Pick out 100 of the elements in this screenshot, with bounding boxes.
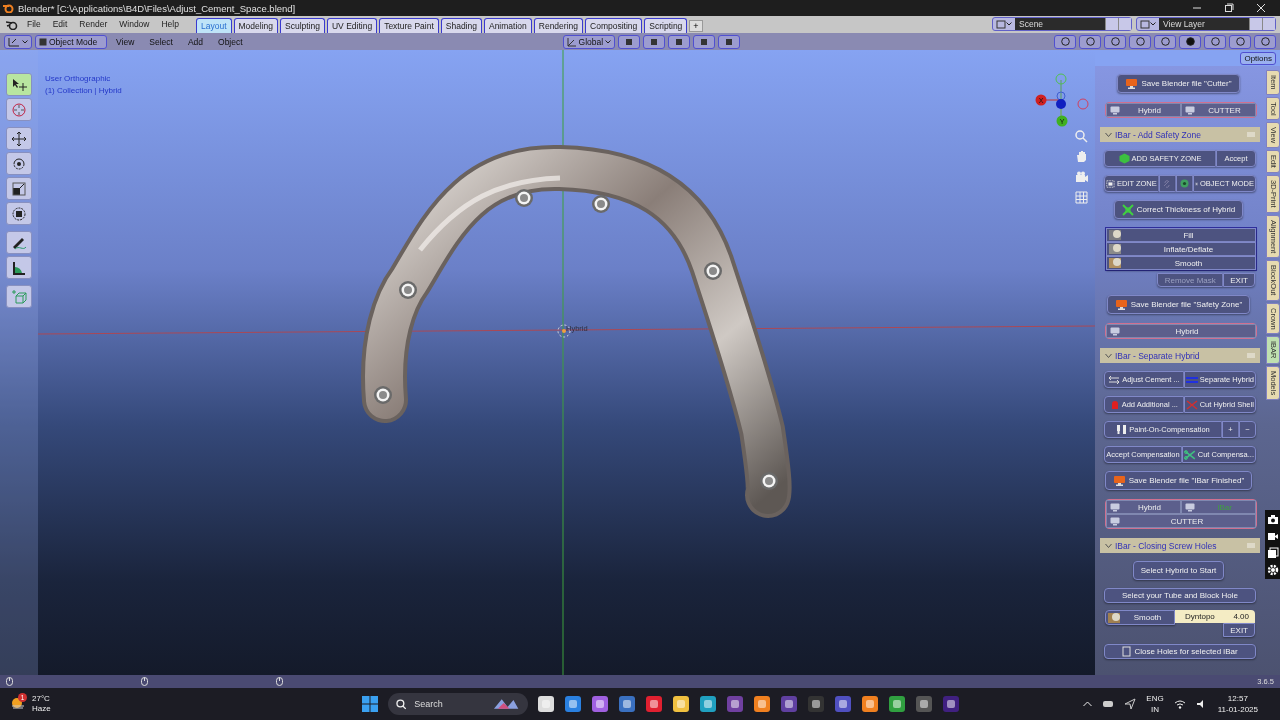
panel-button[interactable]: Select your Tube and Block Hole (1104, 588, 1256, 603)
app-icon[interactable] (833, 695, 852, 713)
wireframe-shading-button[interactable] (1154, 34, 1176, 49)
workspace-tab[interactable]: Scripting (644, 18, 688, 33)
panel-button[interactable]: Save Blender file "IBar Finished" (1104, 471, 1253, 490)
workspace-tab[interactable]: Texture Paint (379, 18, 439, 33)
settings-icon[interactable] (1266, 564, 1279, 577)
axis-gizmo[interactable] (1035, 73, 1089, 127)
circle-icon[interactable] (1110, 37, 1120, 46)
menu-item[interactable]: Window (114, 19, 157, 33)
add-workspace-button[interactable]: + (689, 20, 703, 32)
proportional-edit-button[interactable] (693, 34, 716, 49)
brush-button[interactable]: Fill (1106, 228, 1256, 242)
windows-icon[interactable] (1266, 547, 1279, 560)
tool-button[interactable] (6, 73, 32, 96)
tool-button[interactable] (6, 256, 32, 279)
mode-dropdown[interactable]: Object Mode (35, 34, 107, 49)
workspace-tab[interactable]: Layout (195, 18, 232, 33)
clock-date[interactable]: 11-01-2025 (1217, 704, 1258, 715)
region-label[interactable]: IN (1146, 704, 1164, 715)
menu-item[interactable]: File (22, 19, 48, 33)
square-icon[interactable] (700, 37, 709, 46)
store-icon[interactable] (617, 695, 636, 713)
help-icon[interactable] (563, 695, 582, 713)
app-icon[interactable] (941, 695, 960, 713)
object-toggle[interactable]: CUTTER (1106, 514, 1256, 528)
workspace-tab[interactable]: Compositing (585, 18, 643, 33)
move-tool-icon[interactable] (11, 130, 27, 147)
folder-icon[interactable] (671, 695, 690, 713)
object-toggle[interactable]: Hybrid (1106, 324, 1256, 338)
falloff-button[interactable] (718, 34, 741, 49)
circle-icon[interactable] (1085, 37, 1095, 46)
cursor-tool-icon[interactable] (11, 101, 27, 118)
menu-item[interactable]: View (110, 36, 141, 47)
workspace-tab[interactable]: Rendering (533, 18, 583, 33)
clock-time[interactable]: 12:57 (1217, 693, 1258, 704)
panel-button[interactable]: Select Hybrid to Start (1132, 561, 1225, 580)
measure-tool-icon[interactable] (11, 259, 27, 276)
snap-button[interactable] (643, 34, 666, 49)
visibility-button[interactable] (1054, 34, 1076, 49)
chevron-icon[interactable] (1105, 131, 1112, 138)
grip-icon[interactable] (1247, 132, 1255, 137)
menu-item[interactable]: Help (156, 19, 186, 33)
transform-tool-icon[interactable] (11, 205, 27, 222)
app-icon[interactable] (914, 695, 933, 713)
circle-icon[interactable] (1185, 37, 1195, 46)
circle-icon[interactable] (1210, 37, 1220, 46)
tool-button[interactable] (6, 231, 32, 254)
chevron-up-icon[interactable] (1083, 701, 1093, 707)
square-icon[interactable] (675, 37, 684, 46)
options-dropdown[interactable]: Options (1240, 51, 1276, 65)
panel-button[interactable]: EXIT (1223, 273, 1255, 287)
panel-button[interactable]: Correct Thickness of Hybrid (1113, 200, 1244, 219)
close-icon[interactable] (1256, 3, 1266, 13)
panel-button[interactable]: EXIT (1223, 623, 1255, 637)
chevron-icon[interactable] (1105, 542, 1112, 549)
pivot-button[interactable] (618, 34, 641, 49)
gizmo-button[interactable] (1079, 34, 1101, 49)
grid-icon[interactable] (1073, 190, 1089, 205)
menu-item[interactable]: Select (143, 36, 179, 47)
cloud-icon[interactable] (1102, 698, 1115, 710)
video-icon[interactable] (1266, 530, 1279, 543)
menu-item[interactable]: Add (181, 36, 210, 47)
menu-item[interactable]: Object (212, 36, 249, 47)
solid-shading-button[interactable] (1179, 34, 1201, 49)
chrome-icon[interactable] (887, 695, 906, 713)
tool-button[interactable] (6, 202, 32, 225)
copilot-icon[interactable] (590, 695, 609, 713)
circle-icon[interactable] (1260, 37, 1270, 46)
app-icon[interactable] (752, 695, 771, 713)
circle-icon[interactable] (1235, 37, 1245, 46)
axes-icon[interactable] (8, 36, 20, 47)
camera-icon[interactable] (1266, 513, 1279, 526)
scale-tool-icon[interactable] (11, 180, 27, 197)
brush-button[interactable]: Smooth (1106, 256, 1256, 270)
chevron-icon[interactable] (1105, 352, 1112, 359)
panel-button[interactable]: Save Blender file "Cutter" (1117, 74, 1240, 93)
tool-button[interactable] (6, 152, 32, 175)
material-shading-button[interactable] (1204, 34, 1226, 49)
overlays-button[interactable] (1104, 34, 1126, 49)
shading-options-button[interactable] (1254, 34, 1276, 49)
caret-icon[interactable] (22, 39, 28, 44)
workspace-tab[interactable]: Animation (483, 18, 532, 33)
panel-header[interactable]: IBar - Closing Screw Holes (1100, 538, 1260, 553)
workspace-tab[interactable]: Modeling (233, 18, 278, 33)
caret-icon[interactable] (605, 39, 612, 44)
rendered-shading-button[interactable] (1229, 34, 1251, 49)
brush-button[interactable]: Smooth (1105, 610, 1175, 625)
app-icon[interactable] (779, 695, 798, 713)
search-field[interactable]: Search (387, 693, 528, 715)
app-icon[interactable] (806, 695, 825, 713)
wifi-icon[interactable] (1173, 699, 1186, 709)
menu-item[interactable]: Render (74, 19, 115, 33)
circle-icon[interactable] (1060, 37, 1070, 46)
panel-button[interactable]: Close Holes for selected iBar (1104, 644, 1256, 659)
number-field[interactable]: Dyntopo 4.00 (1175, 610, 1255, 623)
workspace-tab[interactable]: Sculpting (280, 18, 325, 33)
object-toggle[interactable]: CUTTER (1181, 103, 1256, 117)
workspace-tab[interactable]: Shading (440, 18, 482, 33)
square-icon[interactable] (725, 37, 734, 46)
